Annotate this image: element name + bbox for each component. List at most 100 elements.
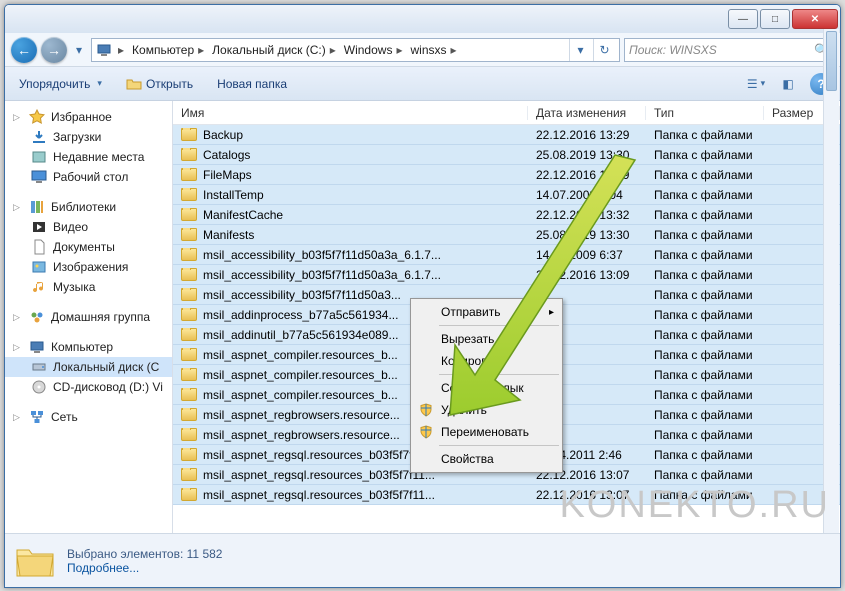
file-name: msil_aspnet_regsql.resources_b03f5f7f11.… <box>203 448 435 462</box>
close-button[interactable]: ✕ <box>792 9 838 29</box>
file-row[interactable]: Catalogs25.08.2019 13:30Папка с файлами <box>173 145 840 165</box>
sidebar-item-documents[interactable]: Документы <box>5 237 172 257</box>
history-dropdown[interactable]: ▾ <box>71 40 87 60</box>
file-row[interactable]: ManifestCache22.12.2016 13:32Папка с фай… <box>173 205 840 225</box>
desktop-icon <box>31 169 47 185</box>
address-dropdown[interactable]: ▾ <box>569 39 591 61</box>
sidebar-item-downloads[interactable]: Загрузки <box>5 127 172 147</box>
file-row[interactable]: InstallTemp14.07.2009 6:04Папка с файлам… <box>173 185 840 205</box>
folder-icon <box>181 148 197 161</box>
sidebar-computer[interactable]: Компьютер <box>5 337 172 357</box>
file-type: Папка с файлами <box>646 228 764 242</box>
column-headers: Имя Дата изменения Тип Размер <box>173 101 840 125</box>
sidebar-item-music[interactable]: Музыка <box>5 277 172 297</box>
details-link[interactable]: Подробнее... <box>67 561 222 575</box>
search-placeholder: Поиск: WINSXS <box>629 43 717 57</box>
menu-delete[interactable]: Удалить <box>413 399 560 421</box>
col-type[interactable]: Тип <box>646 106 764 120</box>
breadcrumb[interactable]: winsxs▸ <box>408 42 460 58</box>
col-date[interactable]: Дата изменения <box>528 106 646 120</box>
search-box[interactable]: Поиск: WINSXS 🔍 <box>624 38 834 62</box>
menu-send-to[interactable]: Отправить <box>413 301 560 323</box>
maximize-button[interactable]: □ <box>760 9 790 29</box>
file-name: msil_aspnet_regsql.resources_b03f5f7f11.… <box>203 468 435 482</box>
file-name: msil_addinprocess_b77a5c561934... <box>203 308 398 322</box>
folder-icon <box>181 488 197 501</box>
back-button[interactable]: ← <box>11 37 37 63</box>
folder-icon <box>181 308 197 321</box>
refresh-button[interactable]: ↻ <box>593 39 615 61</box>
sidebar-favorites[interactable]: Избранное <box>5 107 172 127</box>
sidebar-libraries[interactable]: Библиотеки <box>5 197 172 217</box>
folder-icon <box>181 408 197 421</box>
folder-icon <box>181 468 197 481</box>
file-row[interactable]: FileMaps22.12.2016 13:29Папка с файлами <box>173 165 840 185</box>
new-folder-button[interactable]: Новая папка <box>211 74 293 94</box>
open-button[interactable]: Открыть <box>120 73 199 95</box>
file-name: InstallTemp <box>203 188 264 202</box>
folder-icon <box>181 188 197 201</box>
status-text: Выбрано элементов: 11 582 Подробнее... <box>67 547 222 575</box>
menu-properties[interactable]: Свойства <box>413 448 560 470</box>
music-icon <box>31 279 47 295</box>
view-button[interactable]: ☰ <box>746 74 766 94</box>
file-name: Manifests <box>203 228 254 242</box>
sidebar-item-local-disk[interactable]: Локальный диск (C <box>5 357 172 377</box>
file-row[interactable]: Backup22.12.2016 13:29Папка с файлами <box>173 125 840 145</box>
organize-button[interactable]: Упорядочить <box>13 74 108 94</box>
file-type: Папка с файлами <box>646 248 764 262</box>
file-name: msil_aspnet_regbrowsers.resource... <box>203 408 400 422</box>
folder-icon <box>181 348 197 361</box>
col-name[interactable]: Имя <box>173 106 528 120</box>
breadcrumb[interactable]: Локальный диск (C:)▸ <box>210 42 340 58</box>
sidebar-item-cd[interactable]: CD-дисковод (D:) Vi <box>5 377 172 397</box>
sidebar-item-images[interactable]: Изображения <box>5 257 172 277</box>
sidebar-network[interactable]: Сеть <box>5 407 172 427</box>
file-type: Папка с файлами <box>646 148 764 162</box>
explorer-window: — □ ✕ ← → ▾ ▸ Компьютер▸ Локальный диск … <box>4 4 841 588</box>
forward-button[interactable]: → <box>41 37 67 63</box>
context-menu: Отправить Вырезать Копировать Создать яр… <box>410 298 563 473</box>
folder-icon <box>181 388 197 401</box>
breadcrumb[interactable]: Windows▸ <box>342 42 407 58</box>
file-date: 22.12.2016 13:29 <box>528 128 646 142</box>
folder-icon <box>181 168 197 181</box>
sidebar-homegroup[interactable]: Домашняя группа <box>5 307 172 327</box>
file-type: Папка с файлами <box>646 348 764 362</box>
menu-copy[interactable]: Копировать <box>413 350 560 372</box>
file-row[interactable]: Manifests25.08.2019 13:30Папка с файлами <box>173 225 840 245</box>
recent-icon <box>31 149 47 165</box>
shield-icon <box>419 403 433 417</box>
sidebar-item-desktop[interactable]: Рабочий стол <box>5 167 172 187</box>
menu-cut[interactable]: Вырезать <box>413 328 560 350</box>
file-row[interactable]: msil_aspnet_regsql.resources_b03f5f7f11.… <box>173 485 840 505</box>
homegroup-icon <box>29 309 45 325</box>
images-icon <box>31 259 47 275</box>
file-row[interactable]: msil_accessibility_b03f5f7f11d50a3a_6.1.… <box>173 245 840 265</box>
file-name: FileMaps <box>203 168 252 182</box>
titlebar: — □ ✕ <box>5 5 840 33</box>
file-type: Папка с файлами <box>646 448 764 462</box>
sidebar-item-recent[interactable]: Недавние места <box>5 147 172 167</box>
preview-pane-button[interactable]: ◧ <box>778 74 798 94</box>
file-type: Папка с файлами <box>646 468 764 482</box>
file-type: Папка с файлами <box>646 308 764 322</box>
nav-row: ← → ▾ ▸ Компьютер▸ Локальный диск (C:)▸ … <box>5 33 840 67</box>
minimize-button[interactable]: — <box>728 9 758 29</box>
folder-icon <box>181 448 197 461</box>
file-name: Catalogs <box>203 148 250 162</box>
menu-create-shortcut[interactable]: Создать ярлык <box>413 377 560 399</box>
address-bar[interactable]: ▸ Компьютер▸ Локальный диск (C:)▸ Window… <box>91 38 620 62</box>
breadcrumb-sep[interactable]: ▸ <box>114 42 128 58</box>
download-icon <box>31 129 47 145</box>
folder-icon <box>181 208 197 221</box>
file-type: Папка с файлами <box>646 368 764 382</box>
menu-rename[interactable]: Переименовать <box>413 421 560 443</box>
sidebar-item-video[interactable]: Видео <box>5 217 172 237</box>
scrollbar[interactable] <box>823 101 839 533</box>
breadcrumb[interactable]: Компьютер▸ <box>130 42 208 58</box>
file-row[interactable]: msil_accessibility_b03f5f7f11d50a3a_6.1.… <box>173 265 840 285</box>
folder-icon <box>181 228 197 241</box>
file-type: Папка с файлами <box>646 188 764 202</box>
file-name: msil_accessibility_b03f5f7f11d50a3a_6.1.… <box>203 248 441 262</box>
